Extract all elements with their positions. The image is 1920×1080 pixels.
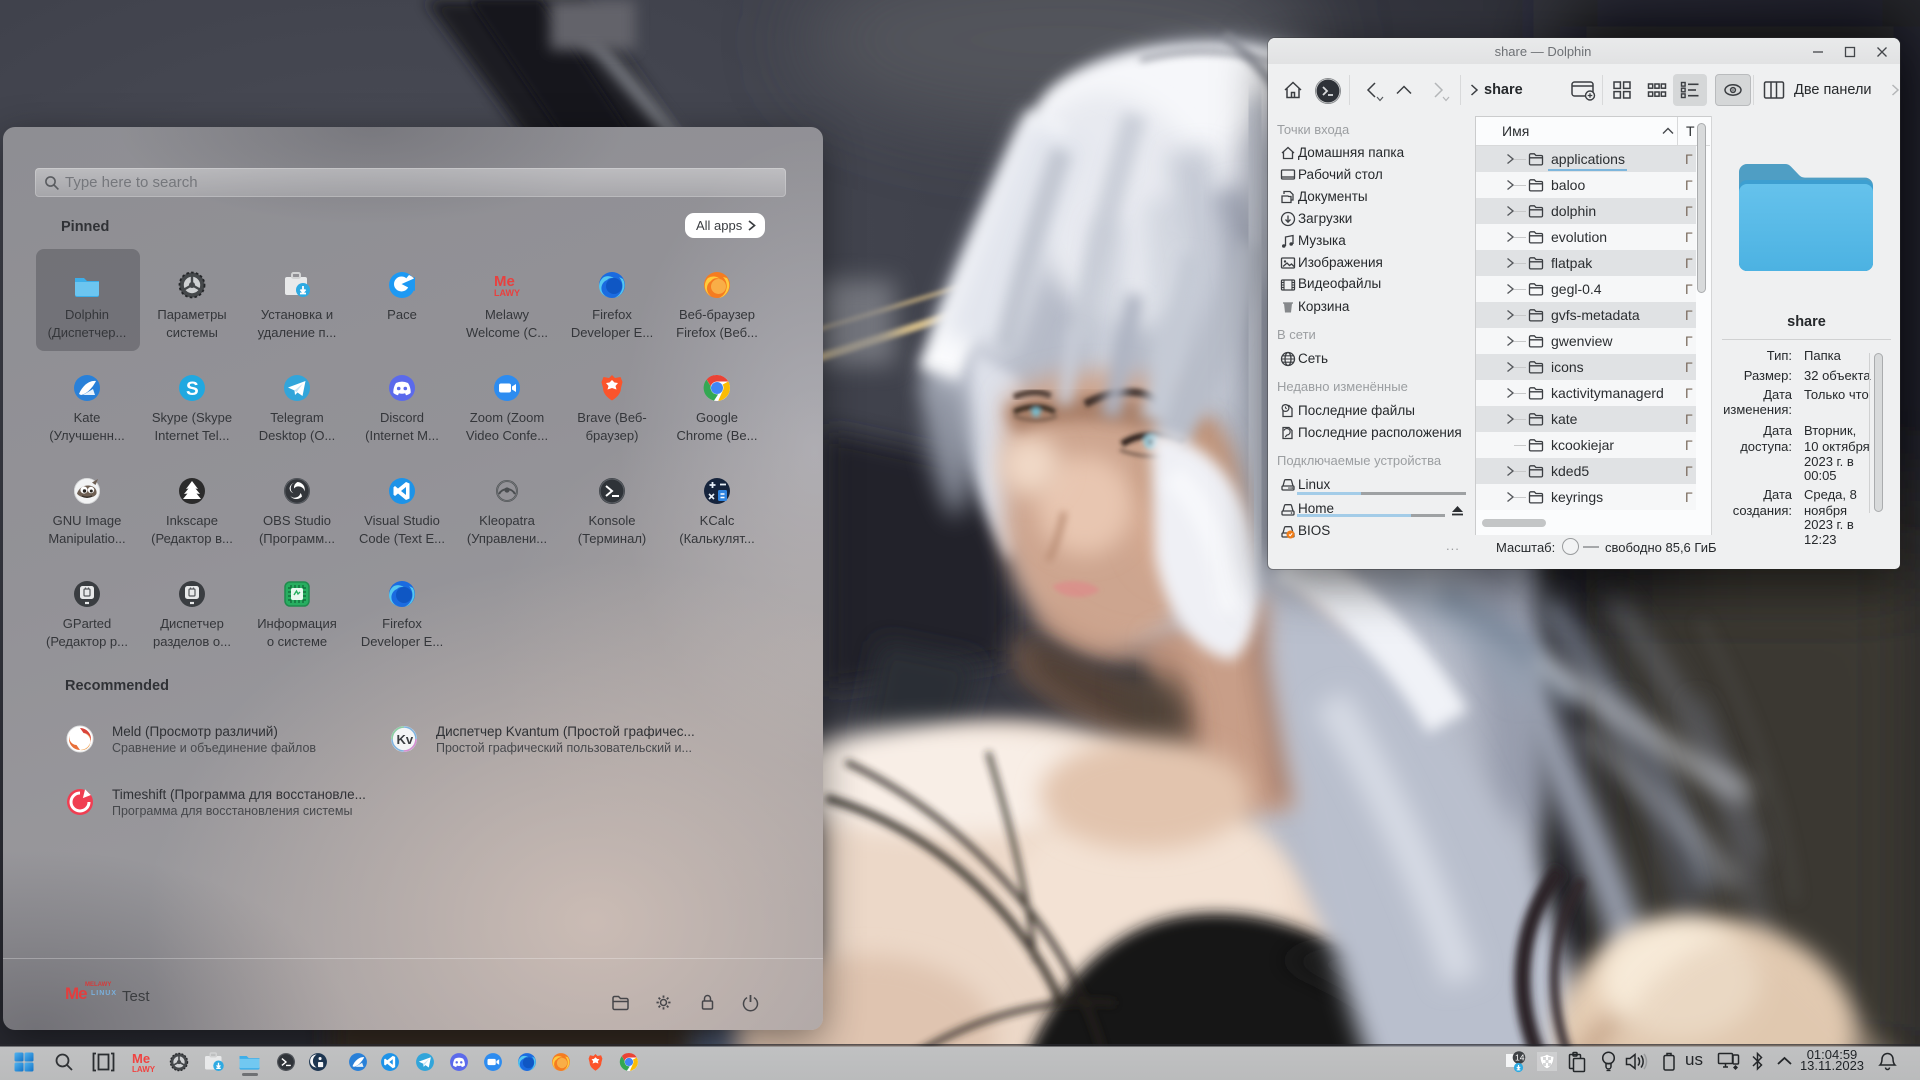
- svg-text:LAWY: LAWY: [132, 1065, 156, 1074]
- svg-text:Me: Me: [132, 1051, 150, 1066]
- svg-text:S: S: [186, 379, 199, 400]
- svg-text:LAWY: LAWY: [494, 288, 520, 298]
- svg-text:Kv: Kv: [397, 732, 414, 747]
- svg-text:14: 14: [1515, 1053, 1525, 1063]
